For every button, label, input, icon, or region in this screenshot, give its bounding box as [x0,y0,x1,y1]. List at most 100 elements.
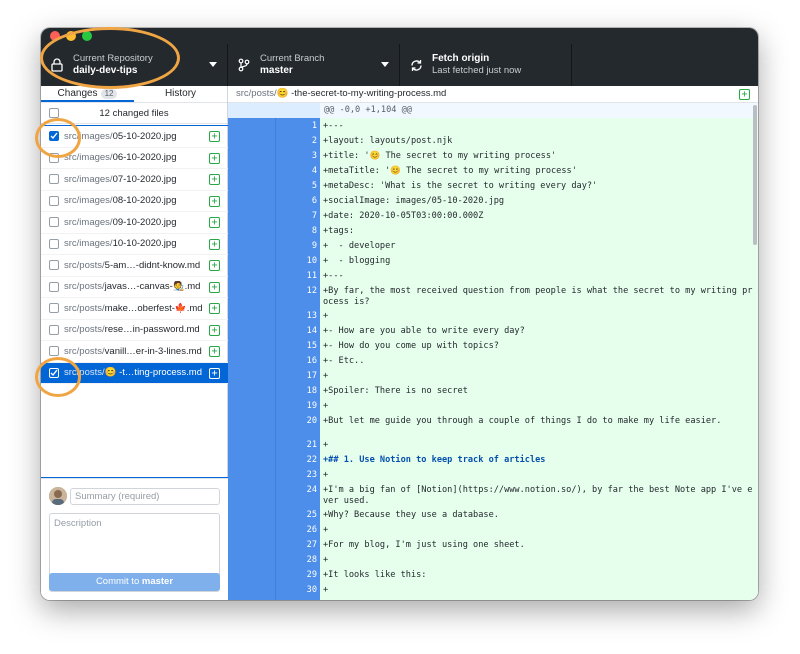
current-repository-button[interactable]: Current Repository daily-dev-tips [41,44,228,86]
diff-line[interactable]: 4 +metaTitle: '😊 The secret to my writing… [228,165,758,180]
list-item[interactable]: src/posts/make…oberfest-🍁.md + [41,298,228,320]
diff-line[interactable]: 27 +For my blog, I'm just using one sheet… [228,539,758,554]
select-all-checkbox[interactable] [49,108,59,118]
diff-line[interactable]: 3 +title: '😊 The secret to my writing pro… [228,150,758,165]
include-file-checkbox[interactable] [49,303,59,314]
diff-line[interactable]: 1 +--- [228,120,758,135]
current-branch-button[interactable]: Current Branch master [228,44,400,86]
list-item[interactable]: src/images/05-10-2020.jpg + [41,126,228,148]
tab-changes[interactable]: Changes 12 [41,86,134,102]
file-path: src/posts/😊 -t…ting-process.md [64,367,202,378]
list-item[interactable]: src/posts/vanill…er-in-3-lines.md + [41,341,228,363]
diff-line[interactable]: 15 +- How do you come up with topics? [228,340,758,355]
list-item[interactable]: src/images/06-10-2020.jpg + [41,148,228,169]
diff-line[interactable]: 26 + [228,524,758,539]
diff-line[interactable]: 21 + [228,439,758,454]
diff-scrollbar[interactable] [752,103,758,600]
file-dir: src/images/ [64,130,113,142]
list-item[interactable]: src/posts/😊 -t…ting-process.md + [41,362,228,384]
diff-line-text: + [323,524,329,535]
include-file-checkbox[interactable] [49,346,59,357]
diff-line-text: + - blogging [323,256,391,266]
commit-button[interactable]: Commit to master [49,573,220,591]
include-file-checkbox[interactable] [49,195,59,206]
diff-line[interactable]: 31 +![My notion process](https://cdn.hash… [228,599,758,601]
fetch-label: Fetch origin [432,53,490,64]
file-dir: src/images/ [64,195,113,207]
diff-line[interactable]: 19 + [228,400,758,415]
include-file-checkbox[interactable] [49,324,59,335]
diff-line-text: +By far, the most received question from… [323,286,753,307]
include-file-checkbox[interactable] [49,260,59,271]
include-file-checkbox[interactable] [49,217,59,228]
changed-file-list: src/images/05-10-2020.jpg + src/images/06-… [41,125,228,478]
diff-line-text: +## 1. Use Notion to keep track of artic… [323,455,546,465]
summary-input[interactable]: Summary (required) [70,488,220,505]
include-file-checkbox[interactable] [49,281,59,292]
line-number: 6 [311,196,317,206]
changes-count-badge: 12 [100,89,118,99]
tab-history[interactable]: History [134,86,227,102]
diff-panel: src/posts/😊 -the-secret-to-my-writing-pr… [228,86,758,600]
diff-line[interactable]: 29 +It looks like this: [228,569,758,584]
diff-line[interactable]: 30 + [228,584,758,599]
include-file-checkbox[interactable] [49,174,59,185]
diff-line-text: + - developer [323,241,396,251]
diff-line[interactable]: 25 +Why? Because they use a database. [228,509,758,524]
list-item[interactable]: src/images/09-10-2020.jpg + [41,212,228,234]
diff-line[interactable]: 17 + [228,370,758,385]
list-item[interactable]: src/images/07-10-2020.jpg + [41,169,228,191]
diff-line[interactable]: 28 + [228,554,758,569]
diff-line[interactable]: 14 +- How are you able to write every day… [228,325,758,340]
diff-line[interactable]: 13 + [228,310,758,325]
diff-line[interactable]: 5 +metaDesc: 'What is the secret to writi… [228,180,758,195]
maximize-window-button[interactable] [82,31,92,41]
file-path: src/images/05-10-2020.jpg [64,131,177,142]
diff-line[interactable]: 6 +socialImage: images/05-10-2020.jpg [228,195,758,210]
diff-line-text: + [323,554,329,565]
include-file-checkbox[interactable] [49,152,59,163]
diff-line[interactable]: 9 + - developer [228,240,758,255]
list-item[interactable]: src/posts/rese…in-password.md + [41,320,228,341]
file-added-icon: + [209,217,220,228]
include-file-checkbox[interactable] [49,238,59,249]
diff-line[interactable]: 2 +layout: layouts/post.njk [228,135,758,150]
diff-line[interactable]: 22 +## 1. Use Notion to keep track of art… [228,454,758,469]
diff-line-text: + [323,370,329,381]
include-file-checkbox[interactable] [49,367,59,378]
diff-line[interactable]: 10 + - blogging [228,255,758,270]
file-name: 06-10-2020.jpg [112,152,177,164]
git-branch-icon [236,57,252,73]
diff-line[interactable]: 23 + [228,469,758,484]
line-number: 1 [311,121,317,131]
line-number: 17 [306,370,317,381]
diff-line-text: +date: 2020-10-05T03:00:00.000Z [323,211,484,221]
line-number: 9 [311,241,317,251]
line-number: 10 [306,256,317,266]
diff-line[interactable]: 12 +By far, the most received question fr… [228,285,758,310]
list-item[interactable]: src/images/10-10-2020.jpg + [41,234,228,255]
diff-line[interactable]: 7 +date: 2020-10-05T03:00:00.000Z [228,210,758,225]
diff-line[interactable]: 8 +tags: [228,225,758,240]
diff-line[interactable]: 24 +I'm a big fan of [Notion](https://www… [228,484,758,509]
diff-line[interactable]: 18 +Spoiler: There is no secret [228,385,758,400]
include-file-checkbox[interactable] [49,131,59,142]
repository-label: Current Repository [73,53,153,64]
sidebar-tabs: Changes 12 History [41,86,227,103]
diff-line[interactable]: 20 +But let me guide you through a couple… [228,415,758,440]
line-number: 22 [306,455,317,465]
diff-line[interactable]: 16 +- Etc.. [228,355,758,370]
file-dir: src/images/ [64,152,113,164]
close-window-button[interactable] [50,31,60,41]
file-added-icon: + [209,174,220,185]
minimize-window-button[interactable] [66,31,76,41]
hunk-header[interactable]: @@ -0,0 +1,104 @@ [228,103,758,118]
list-item[interactable]: src/images/08-10-2020.jpg + [41,191,228,212]
list-item[interactable]: src/posts/5-am…-didnt-know.md + [41,255,228,277]
diff-line[interactable]: 11 +--- [228,270,758,285]
list-item[interactable]: src/posts/javas…-canvas-🧑‍🎨.md + [41,277,228,298]
fetch-origin-button[interactable]: Fetch origin Last fetched just now [400,44,572,86]
line-number: 2 [311,136,317,146]
scroll-thumb[interactable] [753,105,757,245]
toolbar: Current Repository daily-dev-tips Curren… [41,44,758,86]
